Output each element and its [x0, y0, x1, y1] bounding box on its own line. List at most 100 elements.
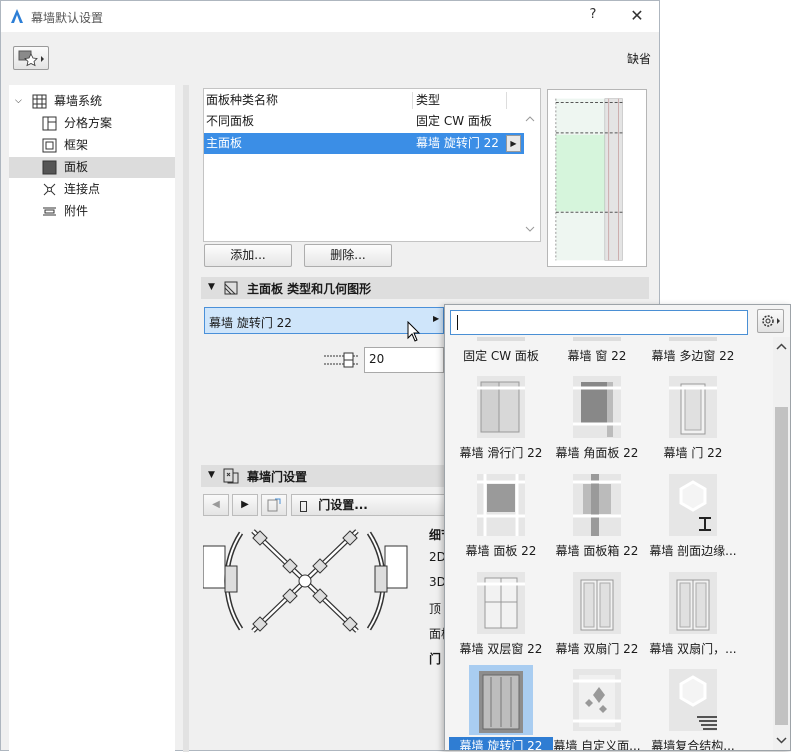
tree-root-label: 幕墙系统 [54, 94, 103, 108]
tree-item-frame[interactable]: 框架 [9, 135, 175, 156]
type-tile[interactable]: 幕墙 面板箱 22 [549, 470, 645, 568]
type-arrow-button[interactable]: ▶ [506, 135, 521, 152]
type-picker-popup: 固定 CW 面板 幕墙 窗 22 幕墙 多边窗 22 幕墙 滑行门 22 幕墙 角面板 … [444, 304, 791, 751]
popup-search-input[interactable] [450, 310, 748, 335]
collapse-triangle-icon: ▼ [208, 470, 215, 480]
popup-scrollbar[interactable] [773, 337, 790, 750]
tile-caption: 幕墙 门 22 [663, 446, 723, 460]
text-caret [457, 315, 458, 330]
panel-types-list: 面板种类名称 类型 不同面板 固定 CW 面板 主面板 幕墙 旋转门 22 ▶ [203, 88, 541, 242]
type-tile[interactable]: 幕墙复合结构... [645, 665, 741, 750]
door-settings-icon [223, 468, 239, 484]
type-tile[interactable]: 幕墙 旋转门 22 [449, 665, 553, 750]
frame-icon [42, 138, 57, 153]
type-tile[interactable]: 幕墙 自定义面... [549, 665, 645, 750]
title-bar: 幕墙默认设置 ? ✕ [1, 1, 659, 32]
junction-icon [43, 183, 56, 196]
section-title: 主面板 类型和几何图形 [247, 282, 372, 296]
favorites-button[interactable] [13, 46, 49, 70]
column-header-type[interactable]: 类型 [416, 90, 440, 111]
tile-caption: 幕墙 双扇门 22 [555, 642, 639, 656]
arrow-right-icon: ▶ [241, 499, 249, 510]
selected-type-label: 幕墙 旋转门 22 [209, 316, 292, 330]
type-tile[interactable]: 幕墙 窗 22 [549, 337, 645, 373]
scroll-down-arrow-icon[interactable] [773, 733, 790, 747]
tile-thumbnail-hexprofile [661, 470, 725, 540]
tile-caption: 幕墙 旋转门 22 [449, 737, 553, 750]
door-settings-button[interactable]: 门设置... [291, 494, 445, 516]
window-title: 幕墙默认设置 [31, 11, 104, 25]
popup-settings-button[interactable] [757, 309, 784, 333]
tile-thumbnail-panel [469, 470, 533, 540]
type-tile[interactable]: 幕墙 门 22 [645, 372, 741, 470]
chevron-down-icon: ⌵ [15, 96, 22, 106]
tile-thumbnail-door [661, 372, 725, 442]
tile-caption: 幕墙 多边窗 22 [651, 349, 735, 363]
type-tile[interactable]: 幕墙 剖面边缘... [645, 470, 741, 568]
type-tile[interactable]: 幕墙 角面板 22 [549, 372, 645, 470]
tile-caption: 幕墙 面板箱 22 [555, 544, 639, 558]
side-label: 顶 [429, 602, 442, 616]
type-tile[interactable]: 幕墙 多边窗 22 [645, 337, 741, 373]
previous-button[interactable]: ◀ [203, 494, 229, 516]
type-tile[interactable]: 幕墙 双扇门 22 [549, 568, 645, 666]
tree-item-junction[interactable]: 连接点 [9, 179, 175, 200]
side-label: 细节 [429, 528, 445, 542]
tile-thumbnail-hexcomposite [661, 665, 725, 735]
chevron-right-icon: ▶ [433, 314, 440, 323]
scrollbar-thumb[interactable] [775, 407, 788, 725]
panel-type-icon [224, 281, 238, 295]
type-tile[interactable]: 幕墙 双扇门，... [645, 568, 741, 666]
tile-thumbnail-poly [661, 337, 725, 345]
export-icon [267, 498, 281, 512]
panel-icon [42, 160, 57, 175]
tile-caption: 幕墙 双扇门，... [649, 642, 737, 656]
tree-item-panel[interactable]: 面板 [9, 157, 175, 178]
archicad-app-icon [11, 9, 23, 23]
row-name: 主面板 [206, 136, 243, 150]
export-settings-button[interactable] [261, 494, 287, 516]
tree-item-label: 附件 [64, 204, 89, 218]
next-button[interactable]: ▶ [232, 494, 258, 516]
tree-item-accessory[interactable]: 附件 [9, 201, 175, 222]
door-toolbar: ◀ ▶ 门设置... [203, 494, 445, 518]
list-scrollbar[interactable] [521, 89, 539, 241]
tile-caption: 幕墙复合结构... [651, 739, 735, 750]
add-button[interactable]: 添加... [204, 244, 292, 267]
type-tile[interactable]: 固定 CW 面板 [453, 337, 549, 373]
tile-caption: 幕墙 角面板 22 [555, 446, 639, 460]
tile-thumbnail-revolving [469, 665, 533, 735]
tile-thumbnail-dbldoor [565, 568, 629, 638]
close-button[interactable]: ✕ [625, 6, 649, 26]
favorites-star-icon [18, 50, 44, 67]
section-header-type[interactable]: ▼ 主面板 类型和几何图形 [201, 277, 649, 299]
tile-thumbnail-window [565, 337, 629, 345]
type-tile[interactable]: 幕墙 滑行门 22 [453, 372, 549, 470]
settings-tree: ⌵ 幕墙系统 分格方案 框架 面板 连接点 附件 [9, 85, 175, 752]
row-type: 固定 CW 面板 [416, 114, 492, 128]
tree-item-grid-scheme[interactable]: 分格方案 [9, 113, 175, 134]
scroll-up-arrow-icon[interactable] [773, 340, 790, 354]
tree-item-label: 分格方案 [64, 116, 113, 130]
grid-scheme-icon [42, 116, 57, 131]
tile-caption: 固定 CW 面板 [463, 349, 539, 363]
list-row[interactable]: 不同面板 固定 CW 面板 [204, 111, 524, 132]
row-type: 幕墙 旋转门 22 [416, 136, 499, 150]
type-tile[interactable]: 幕墙 双层窗 22 [453, 568, 549, 666]
side-label: 3D [429, 575, 445, 589]
list-row-selected[interactable]: 主面板 幕墙 旋转门 22 ▶ [204, 133, 524, 154]
mouse-cursor-icon [407, 321, 421, 342]
tree-item-label: 连接点 [64, 182, 101, 196]
tree-item-label: 面板 [64, 160, 89, 174]
thickness-input[interactable]: 20 [364, 347, 444, 373]
column-header-name[interactable]: 面板种类名称 [206, 90, 278, 111]
door-icon [300, 500, 307, 512]
tree-item-curtain-wall-system[interactable]: ⌵ 幕墙系统 [9, 91, 175, 112]
type-tile-grid: 固定 CW 面板 幕墙 窗 22 幕墙 多边窗 22 幕墙 滑行门 22 幕墙 角面板 … [445, 337, 773, 750]
pane-splitter[interactable] [183, 85, 189, 752]
help-button[interactable]: ? [581, 7, 605, 27]
type-tile[interactable]: 幕墙 面板 22 [453, 470, 549, 568]
tile-caption: 幕墙 自定义面... [553, 739, 641, 750]
delete-button[interactable]: 删除... [304, 244, 392, 267]
curtain-wall-system-icon [32, 94, 47, 109]
